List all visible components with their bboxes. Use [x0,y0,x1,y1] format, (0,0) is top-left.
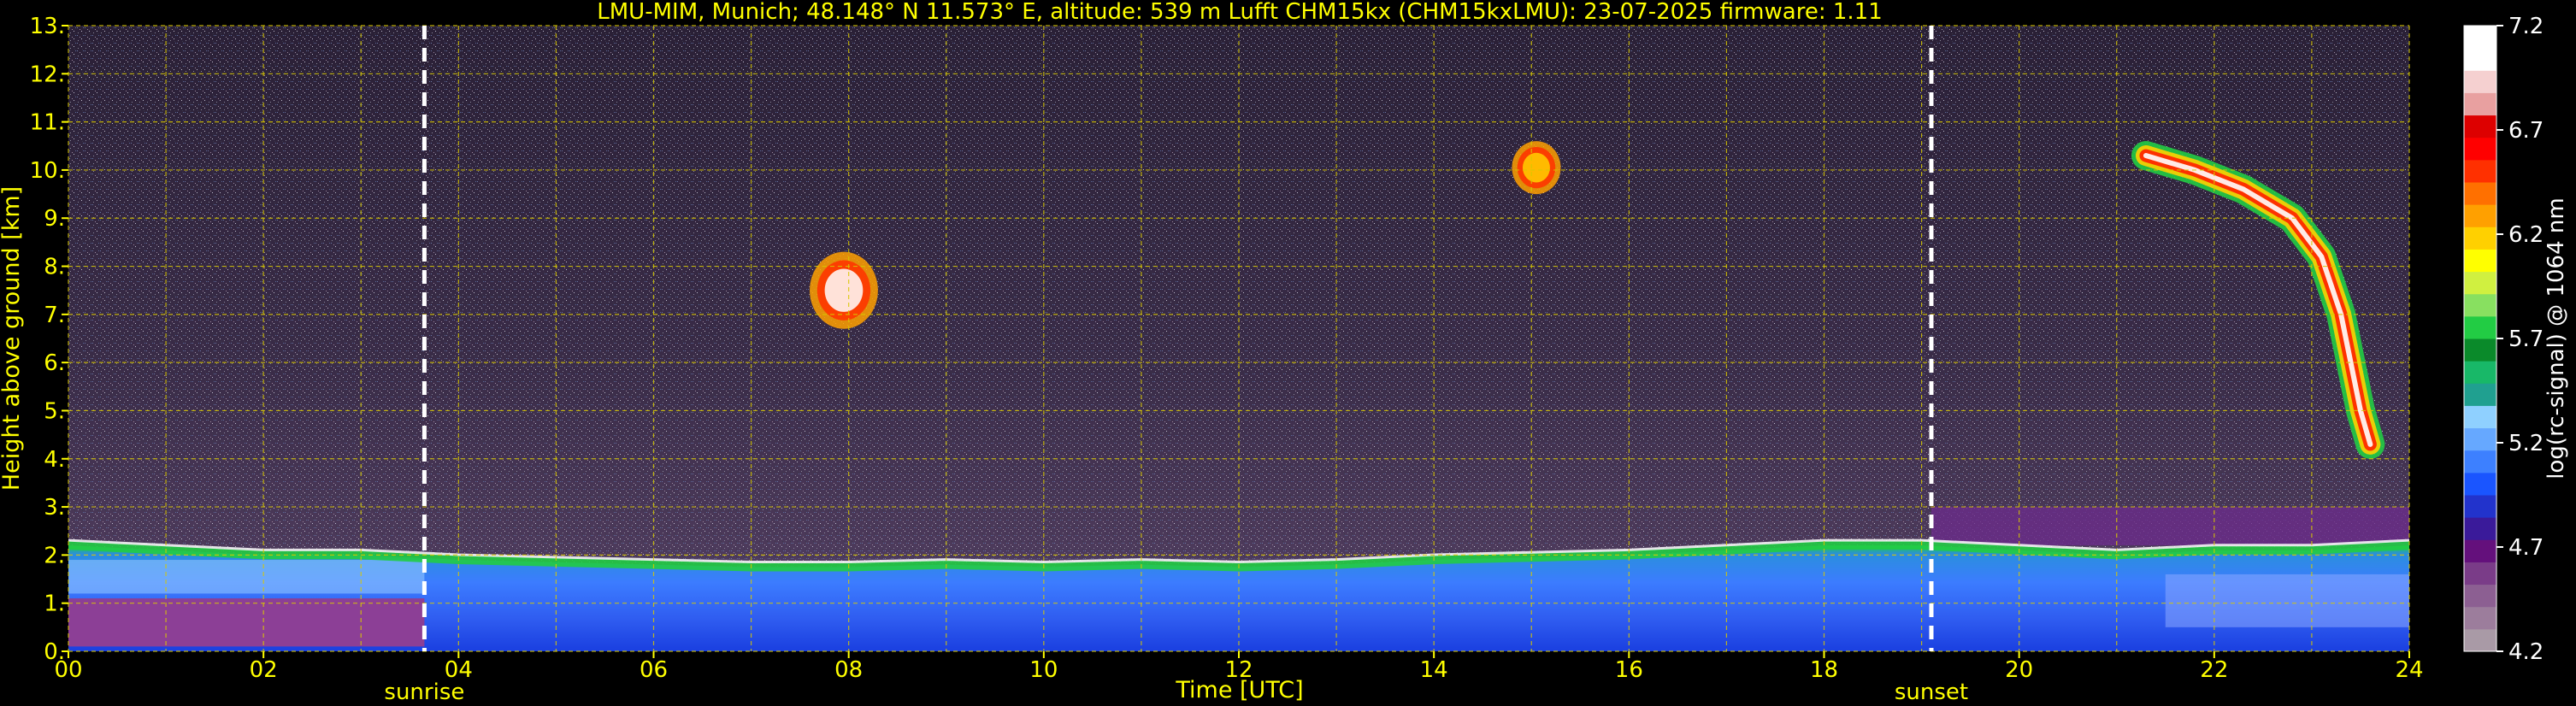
colorbar-segment [2464,628,2496,652]
cloud-08utc [810,251,878,329]
colorbar-segment [2464,249,2496,273]
x-tick-label: 08 [834,657,863,683]
colorbar-tick-label: 4.2 [2508,639,2544,665]
colorbar-tick-label: 6.2 [2508,222,2544,248]
y-tick-label: 5. [44,398,65,424]
y-tick-label: 2. [44,543,65,568]
y-tick-label: 0. [44,639,65,665]
colorbar-segment [2464,361,2496,384]
x-tick-label: 16 [1615,657,1643,683]
night-upper-layer-morning [68,560,425,594]
x-tick-label: 06 [640,657,668,683]
colorbar-tick-label: 6.7 [2508,118,2544,144]
chart-title: LMU-MIM, Munich; 48.148° N 11.573° E, al… [597,0,1882,25]
x-tick-label: 20 [2005,657,2033,683]
colorbar-tick-label: 7.2 [2508,14,2544,39]
colorbar-segment [2464,562,2496,585]
colorbar-segment [2464,495,2496,518]
cloud-15utc [1512,141,1561,195]
colorbar-segment [2464,70,2496,93]
colorbar-segment [2464,539,2496,562]
x-tick-label: 10 [1029,657,1058,683]
colorbar-segment [2464,159,2496,183]
colorbar-segment [2464,92,2496,116]
colorbar-tick-label: 5.2 [2508,431,2544,456]
y-axis-label: Height above ground [km] [0,186,25,491]
y-tick-label: 7. [44,303,65,328]
colorbar-label: log(rc-signal) @ 1064 nm [2544,197,2569,479]
colorbar-segment [2464,450,2496,474]
colorbar-segment [2464,48,2496,71]
x-tick-label: 04 [445,657,473,683]
x-tick-label: 24 [2395,657,2423,683]
evening-lower-layer [2165,574,2409,627]
y-tick-label: 3. [44,495,65,521]
y-tick-label: 13. [30,14,65,39]
sunrise-label: sunrise [384,680,464,705]
colorbar-segment [2464,227,2496,250]
colorbar-segment [2464,271,2496,295]
colorbar-segment [2464,427,2496,451]
colorbar-segment [2464,338,2496,362]
y-tick-label: 1. [44,591,65,617]
colorbar-segment [2464,293,2496,317]
colorbar-segment [2464,182,2496,205]
y-tick-label: 6. [44,350,65,376]
x-tick-label: 14 [1420,657,1448,683]
ceilometer-chart: sunrise sunset 00 02 04 06 08 10 12 14 16 18 20 22 24… [0,0,2569,705]
colorbar-segment [2464,584,2496,608]
colorbar-segment [2464,204,2496,227]
x-tick-label: 18 [1810,657,1838,683]
x-tick-label: 22 [2200,657,2228,683]
sunset-label: sunset [1895,680,1968,705]
colorbar: 4.2 4.7 5.2 5.7 6.2 6.7 7.2 [2463,14,2544,665]
y-axis: 0. 1. 2. 3. 4. 5. 6. 7. 8. 9. 10. 11. 12. 13. [30,14,68,665]
y-tick-label: 12. [30,62,65,87]
y-tick-label: 8. [44,255,65,280]
x-tick-label: 02 [250,657,278,683]
colorbar-segment [2464,137,2496,161]
colorbar-segment [2464,115,2496,138]
colorbar-segment [2464,472,2496,496]
colorbar-segment [2464,405,2496,429]
colorbar-tick-label: 5.7 [2508,327,2544,352]
colorbar-segment [2464,315,2496,339]
colorbar-segment [2464,517,2496,540]
y-tick-label: 10. [30,158,65,184]
y-tick-label: 11. [30,110,65,136]
colorbar-segment [2464,606,2496,630]
x-axis-label: Time [UTC] [1175,677,1303,703]
y-tick-label: 9. [44,206,65,232]
colorbar-segment [2464,26,2496,49]
evening-elevated-layer [1931,507,2409,546]
y-tick-label: 4. [44,447,65,473]
night-residual-layer-morning [68,598,425,647]
colorbar-segment [2464,383,2496,406]
colorbar-tick-label: 4.7 [2508,535,2544,561]
